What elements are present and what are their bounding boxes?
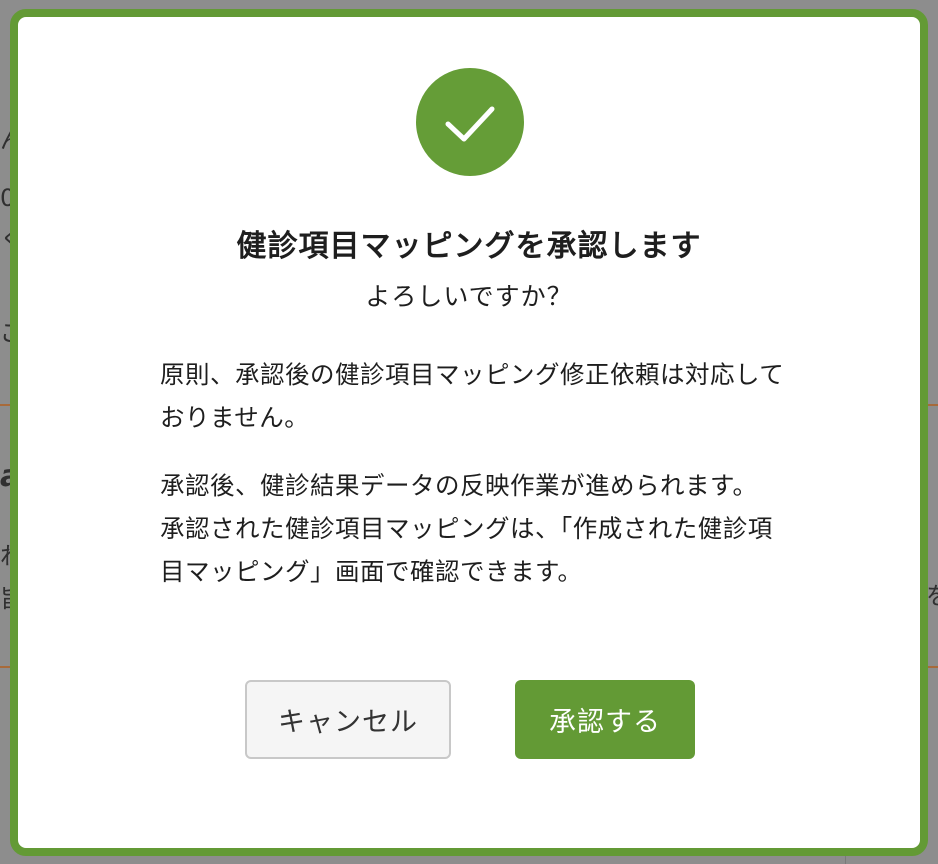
dialog-info-paragraph: 承認後、健診結果データの反映作業が進められます。 承認された健診項目マッピングは…	[160, 464, 790, 593]
background-divider	[928, 404, 938, 406]
success-check-badge	[416, 68, 524, 176]
dialog-title: 健診項目マッピングを承認します	[236, 229, 702, 264]
background-divider	[0, 666, 10, 668]
notice-text: 原則、承認後の健診項目マッピング修正依頼は対応しておりません。	[160, 360, 785, 432]
cancel-button[interactable]: キャンセル	[245, 680, 451, 759]
info-text-line: 承認された健診項目マッピングは、「作成された健診項目マッピング」画面で確認できま…	[160, 514, 773, 586]
dialog-subtitle: よろしいですか？	[365, 282, 573, 311]
info-text-line: 承認後、健診結果データの反映作業が進められます。	[160, 471, 758, 500]
background-divider	[928, 666, 938, 668]
approval-confirm-dialog: 健診項目マッピングを承認します よろしいですか？ 原則、承認後の健診項目マッピン…	[10, 9, 928, 856]
background-divider	[0, 404, 10, 406]
background-divider	[845, 856, 846, 864]
approve-button[interactable]: 承認する	[515, 680, 695, 759]
dialog-notice-paragraph: 原則、承認後の健診項目マッピング修正依頼は対応しておりません。	[160, 353, 790, 439]
